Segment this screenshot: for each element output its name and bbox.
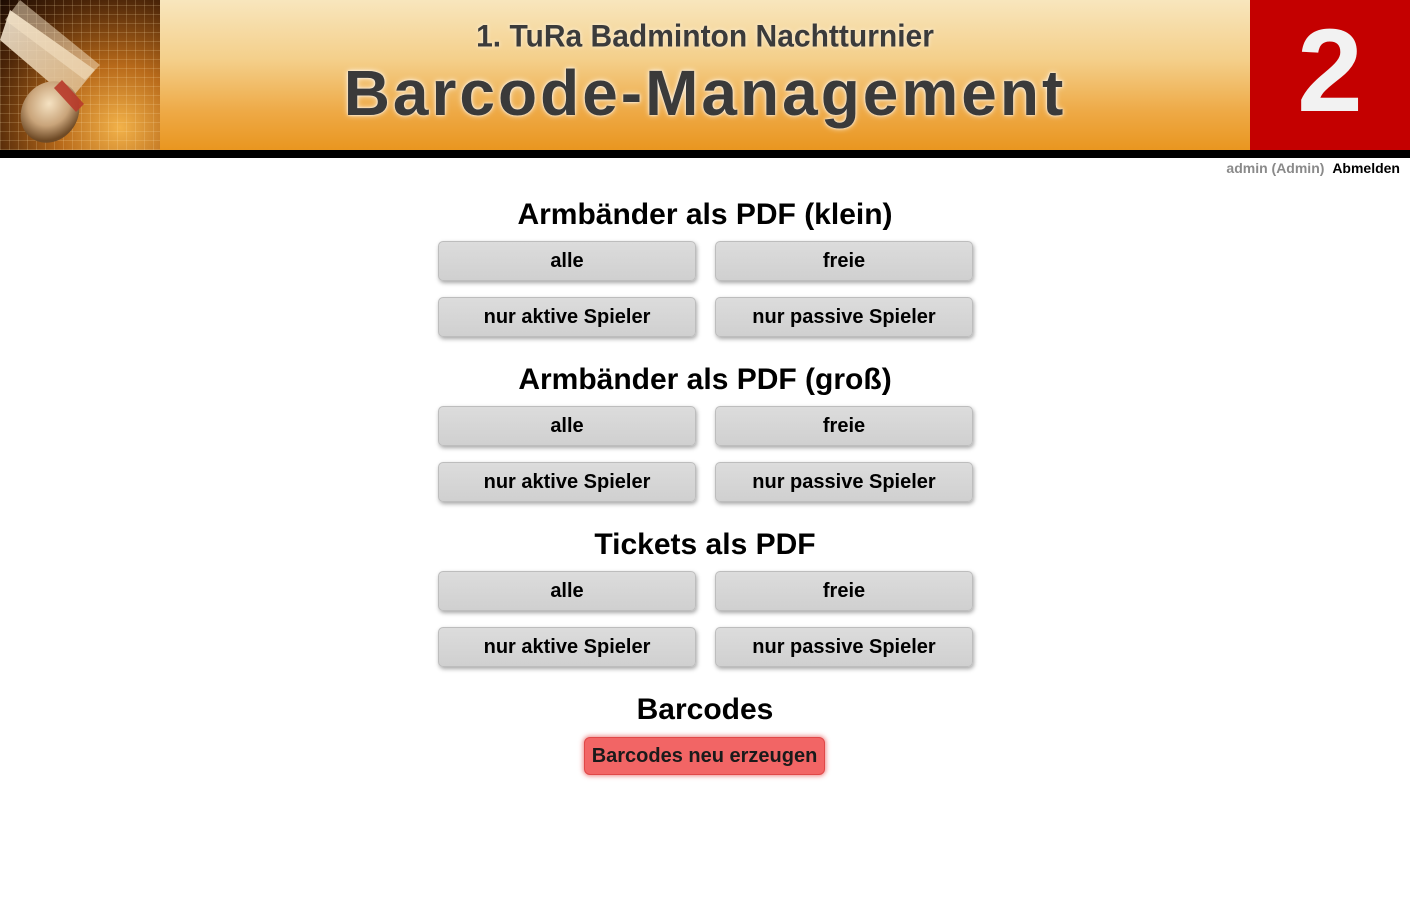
wristbands-large-free-button[interactable]: freie <box>715 406 973 446</box>
current-user-label: admin (Admin) <box>1226 160 1325 176</box>
user-bar: admin (Admin) Abmelden <box>1226 160 1400 176</box>
tickets-active-button[interactable]: nur aktive Spieler <box>438 627 696 667</box>
wristbands-small-all-button[interactable]: alle <box>438 241 696 281</box>
tickets-all-button[interactable]: alle <box>438 571 696 611</box>
badge-number: 2 <box>1297 5 1363 137</box>
tickets-free-button[interactable]: freie <box>715 571 973 611</box>
header-divider <box>0 150 1410 158</box>
tickets-passive-button[interactable]: nur passive Spieler <box>715 627 973 667</box>
section-title-tickets: Tickets als PDF <box>594 528 816 561</box>
section-title-wristbands-large: Armbänder als PDF (groß) <box>518 363 892 396</box>
wristbands-large-all-button[interactable]: alle <box>438 406 696 446</box>
logout-link[interactable]: Abmelden <box>1332 160 1400 176</box>
regenerate-barcodes-button[interactable]: Barcodes neu erzeugen <box>584 737 825 775</box>
section-title-wristbands-small: Armbänder als PDF (klein) <box>517 198 893 231</box>
section-title-barcodes: Barcodes <box>636 693 774 726</box>
page-title: Barcode-Management <box>343 57 1067 129</box>
page-subtitle: 1. TuRa Badminton Nachtturnier <box>476 19 934 54</box>
wristbands-large-active-button[interactable]: nur aktive Spieler <box>438 462 696 502</box>
wristbands-small-passive-button[interactable]: nur passive Spieler <box>715 297 973 337</box>
wristbands-small-free-button[interactable]: freie <box>715 241 973 281</box>
wristbands-large-passive-button[interactable]: nur passive Spieler <box>715 462 973 502</box>
wristbands-small-active-button[interactable]: nur aktive Spieler <box>438 297 696 337</box>
badge-box: 2 <box>1250 0 1410 150</box>
